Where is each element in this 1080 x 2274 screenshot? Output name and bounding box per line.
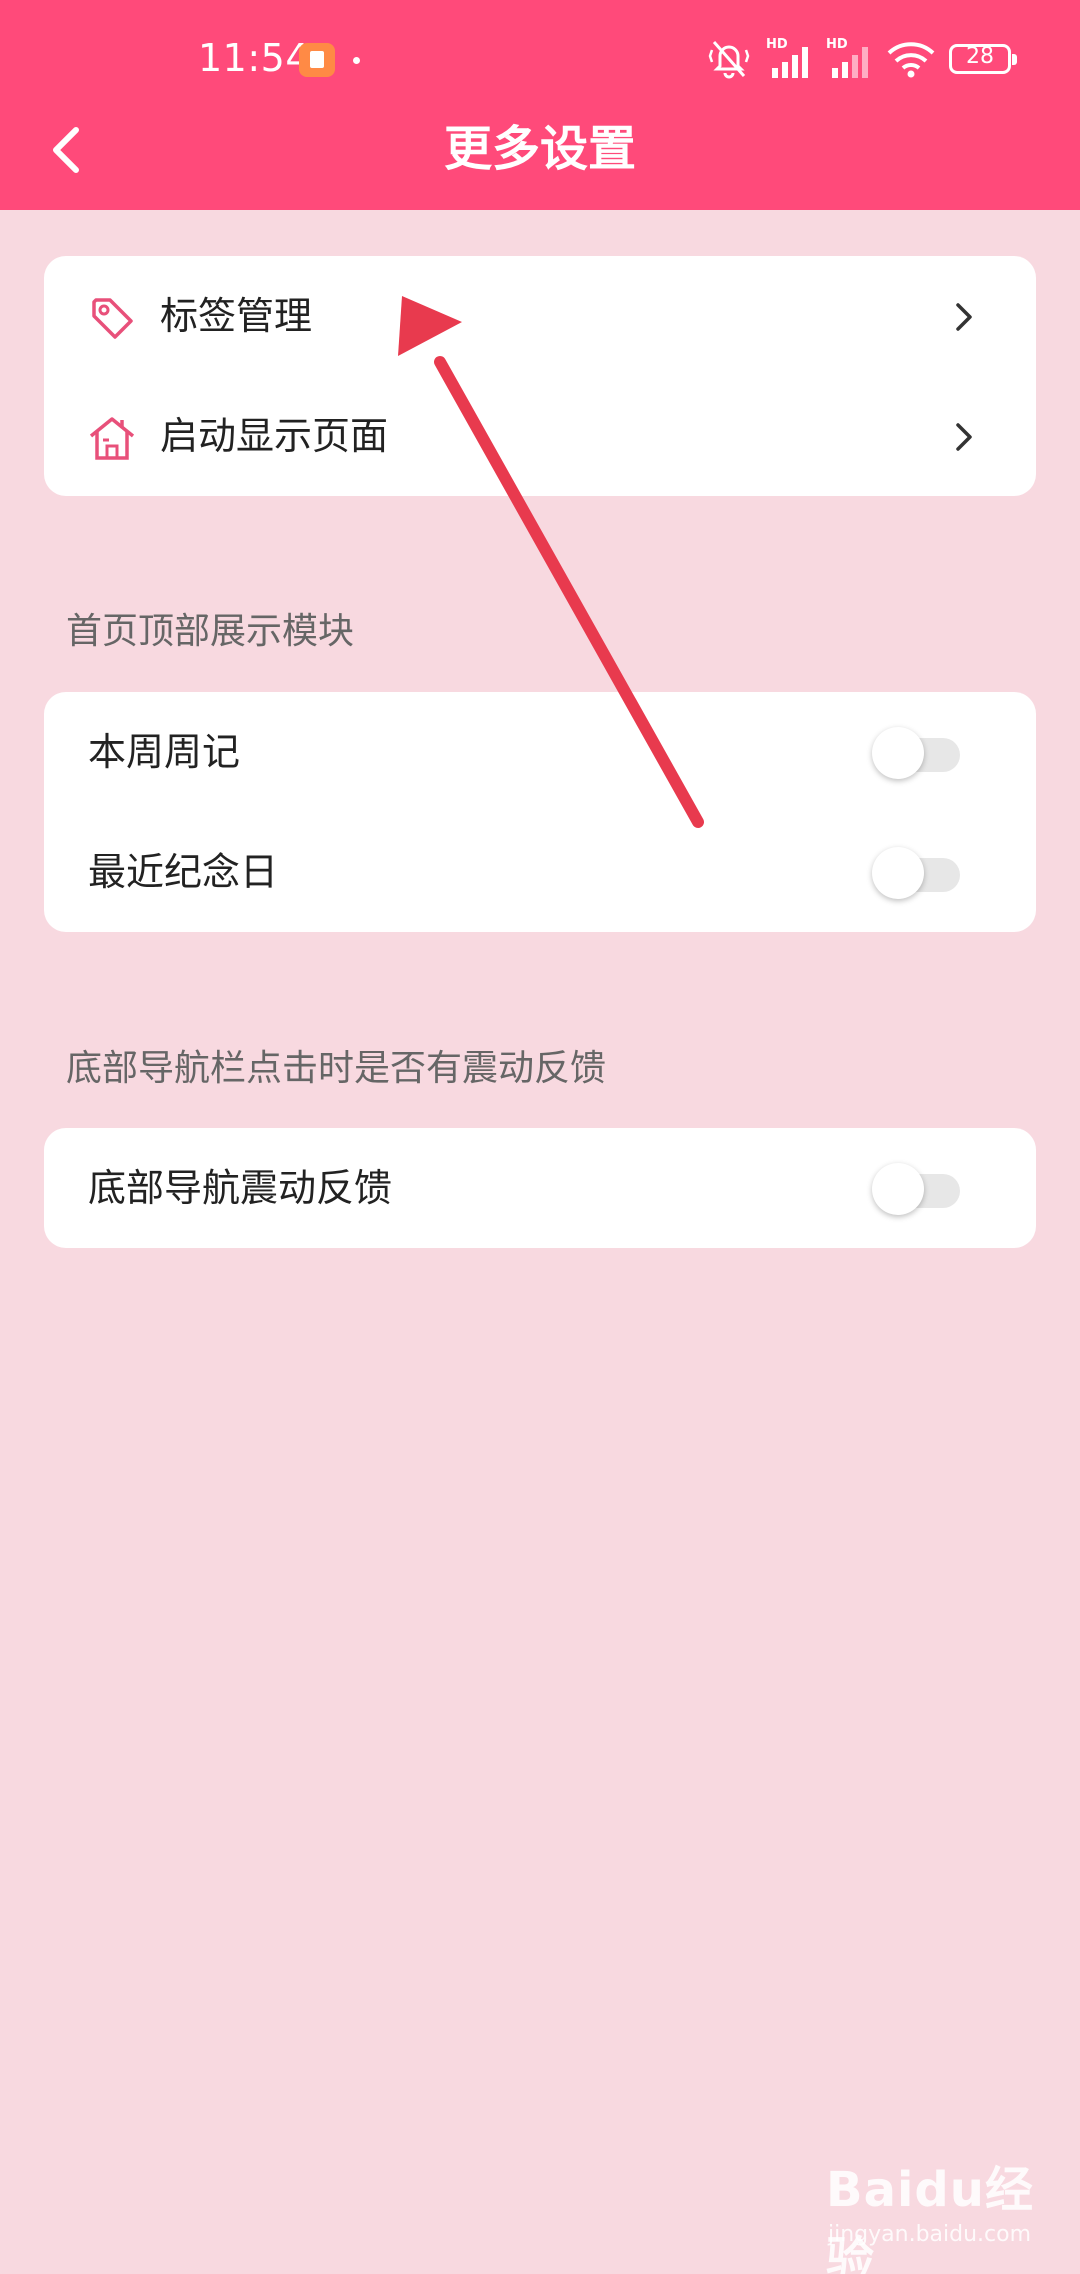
status-bar: 11:54 HD HD 28 xyxy=(0,0,1080,118)
watermark-brand: Baidu经验 xyxy=(826,2162,1034,2274)
launch-page-item[interactable]: 启动显示页面 xyxy=(44,376,1036,496)
nav-vibration-item: 底部导航震动反馈 xyxy=(44,1128,1036,1248)
recent-anniversary-item: 最近纪念日 xyxy=(44,812,1036,932)
weekly-journal-label: 本周周记 xyxy=(88,730,241,774)
nav-vibration-label: 底部导航震动反馈 xyxy=(88,1166,393,1210)
nav-feedback-card: 底部导航震动反馈 xyxy=(44,1128,1036,1248)
house-icon xyxy=(89,417,135,460)
tag-management-item[interactable]: 标签管理 xyxy=(44,256,1036,376)
svg-text:HD: HD xyxy=(826,37,848,52)
home-modules-card: 本周周记 最近纪念日 xyxy=(44,692,1036,932)
signal-hd-icon: HD xyxy=(766,37,808,78)
nav-section-title: 底部导航栏点击时是否有震动反馈 xyxy=(66,1048,607,1089)
toggle-thumb xyxy=(872,727,924,779)
battery-level: 28 xyxy=(966,44,994,69)
toggle-thumb xyxy=(872,847,924,899)
nav-vibration-toggle[interactable] xyxy=(872,1163,964,1215)
wifi-icon xyxy=(887,42,935,78)
tag-management-label: 标签管理 xyxy=(160,294,313,338)
watermark-url: jingyan.baidu.com xyxy=(828,2222,1032,2247)
baidu-watermark: Baidu经验 jingyan.baidu.com xyxy=(826,2150,1056,2274)
battery-icon: 28 xyxy=(949,44,1017,74)
chevron-right-icon xyxy=(956,303,972,331)
app-header: 11:54 HD HD 28 更多设置 xyxy=(0,0,1080,210)
recent-anniversary-label: 最近纪念日 xyxy=(88,850,279,894)
settings-screen: 11:54 HD HD 28 更多设置 标签管理 启动显示页面 首页顶部展示模块… xyxy=(0,0,1080,2274)
vibrate-mute-icon xyxy=(708,41,750,79)
toggle-thumb xyxy=(872,1163,924,1215)
status-time: 11:54 xyxy=(198,36,311,80)
weekly-journal-toggle[interactable] xyxy=(872,727,964,779)
chevron-right-icon xyxy=(956,423,972,451)
tag-icon xyxy=(92,298,133,339)
notification-dot-icon xyxy=(353,57,360,64)
home-section-title: 首页顶部展示模块 xyxy=(66,611,355,652)
recent-anniversary-toggle[interactable] xyxy=(872,847,964,899)
page-title: 更多设置 xyxy=(443,121,636,177)
signal-hd-icon: HD xyxy=(826,37,868,78)
weekly-journal-item: 本周周记 xyxy=(44,692,1036,812)
launch-page-label: 启动显示页面 xyxy=(160,414,389,458)
general-settings-card: 标签管理 启动显示页面 xyxy=(44,256,1036,496)
notification-app-icon xyxy=(299,43,335,77)
svg-text:HD: HD xyxy=(766,37,788,52)
